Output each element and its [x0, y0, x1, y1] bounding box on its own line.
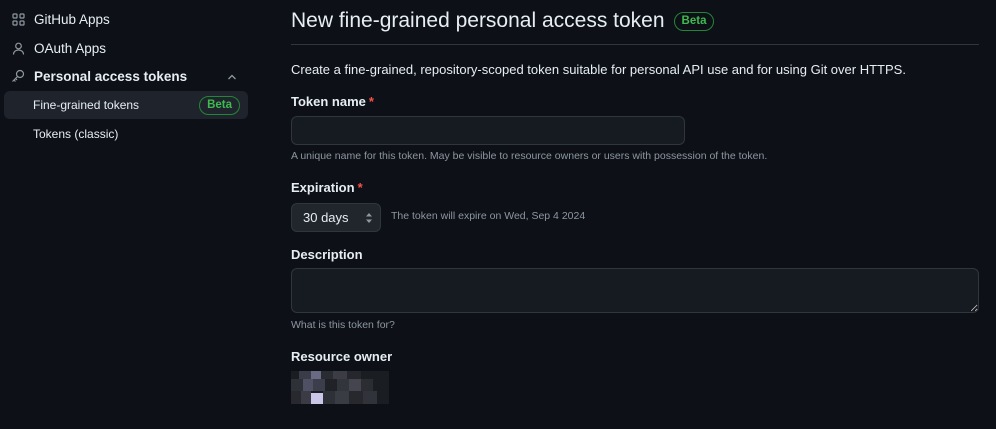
description-label: Description [291, 247, 363, 262]
description-note: What is this token for? [291, 319, 395, 331]
settings-sidebar: GitHub Apps OAuth Apps Personal access t… [0, 0, 258, 429]
token-name-label: Token name * [291, 94, 374, 109]
sidebar-subitem-label: Fine-grained tokens [33, 98, 140, 112]
select-arrows-icon [365, 212, 373, 224]
sidebar-subitem-label: Tokens (classic) [33, 127, 119, 141]
divider [291, 44, 979, 45]
expiration-label-text: Expiration [291, 180, 355, 195]
sidebar-item-oauth-apps[interactable]: OAuth Apps [4, 34, 248, 62]
resource-owner-label: Resource owner [291, 349, 393, 364]
expiration-label: Expiration * [291, 180, 363, 195]
description-textarea[interactable] [291, 268, 979, 313]
apps-grid-icon [11, 12, 25, 26]
page-header: New fine-grained personal access token B… [291, 9, 715, 33]
expiration-selected-value: 30 days [303, 210, 349, 225]
beta-badge: Beta [199, 96, 240, 115]
sidebar-subitem-tokens-classic[interactable]: Tokens (classic) [4, 120, 248, 148]
token-name-input[interactable] [291, 116, 685, 145]
resource-owner-avatar-pixelated[interactable] [291, 371, 389, 404]
token-name-note: A unique name for this token. May be vis… [291, 150, 768, 162]
sidebar-item-label: GitHub Apps [34, 11, 110, 27]
intro-text: Create a fine-grained, repository-scoped… [291, 62, 906, 77]
person-icon [11, 41, 25, 55]
required-mark: * [357, 180, 363, 195]
beta-badge: Beta [673, 11, 715, 31]
sidebar-item-label: Personal access tokens [34, 68, 188, 84]
chevron-up-icon[interactable] [226, 70, 238, 82]
sidebar-subitem-fine-grained-tokens[interactable]: Fine-grained tokens Beta [4, 91, 248, 119]
page-title: New fine-grained personal access token [291, 9, 665, 32]
key-icon [11, 69, 25, 83]
required-mark: * [368, 94, 374, 109]
sidebar-item-personal-access-tokens[interactable]: Personal access tokens [4, 62, 248, 90]
sidebar-item-label: OAuth Apps [34, 40, 107, 56]
expiration-note: The token will expire on Wed, Sep 4 2024 [391, 210, 586, 222]
expiration-select[interactable]: 30 days [291, 203, 381, 232]
sidebar-item-github-apps[interactable]: GitHub Apps [4, 5, 248, 33]
token-name-label-text: Token name [291, 94, 366, 109]
